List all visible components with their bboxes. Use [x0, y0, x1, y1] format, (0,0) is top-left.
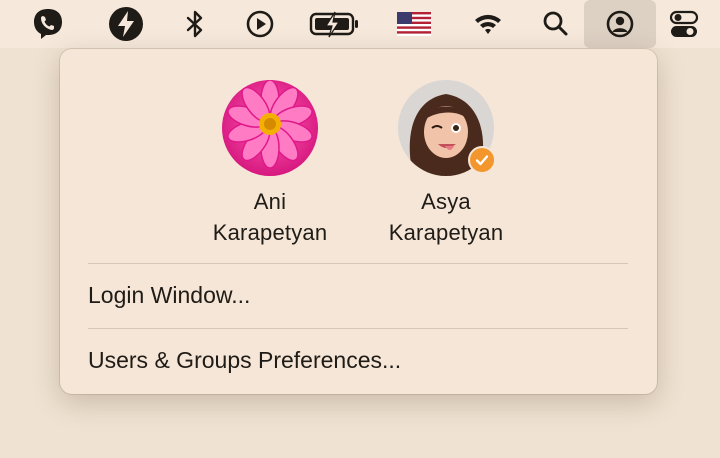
user-name: Asya Karapetyan: [366, 186, 526, 248]
play-circle-icon[interactable]: [242, 6, 278, 42]
first-name: Asya: [421, 189, 471, 214]
user-option-asya[interactable]: Asya Karapetyan: [366, 80, 526, 248]
bluetooth-icon[interactable]: [177, 6, 213, 42]
user-option-ani[interactable]: Ani Karapetyan: [190, 80, 350, 248]
last-name: Karapetyan: [212, 220, 328, 245]
first-name: Ani: [253, 189, 287, 214]
user-circle-icon[interactable]: [584, 0, 656, 48]
wifi-icon[interactable]: [470, 6, 506, 42]
bolt-icon[interactable]: [108, 6, 144, 42]
us-flag-icon[interactable]: [396, 6, 432, 42]
avatar: [222, 80, 318, 176]
divider: [88, 263, 628, 264]
user-name: Ani Karapetyan: [190, 186, 350, 248]
search-icon[interactable]: [538, 6, 574, 42]
menu-bar: [0, 0, 720, 48]
users-groups-preferences-item[interactable]: Users & Groups Preferences...: [88, 343, 628, 377]
flower-photo-icon: [222, 80, 318, 176]
check-badge-icon: [468, 146, 496, 174]
login-window-item[interactable]: Login Window...: [88, 278, 628, 312]
battery-charging-icon[interactable]: [308, 6, 360, 42]
last-name: Karapetyan: [388, 220, 504, 245]
user-switcher-menu: Ani Karapetyan Asya Karapetyan Login Win…: [60, 49, 657, 394]
control-center-icon[interactable]: [666, 6, 702, 42]
divider: [88, 328, 628, 329]
viber-icon[interactable]: [30, 6, 66, 42]
avatar: [398, 80, 496, 176]
